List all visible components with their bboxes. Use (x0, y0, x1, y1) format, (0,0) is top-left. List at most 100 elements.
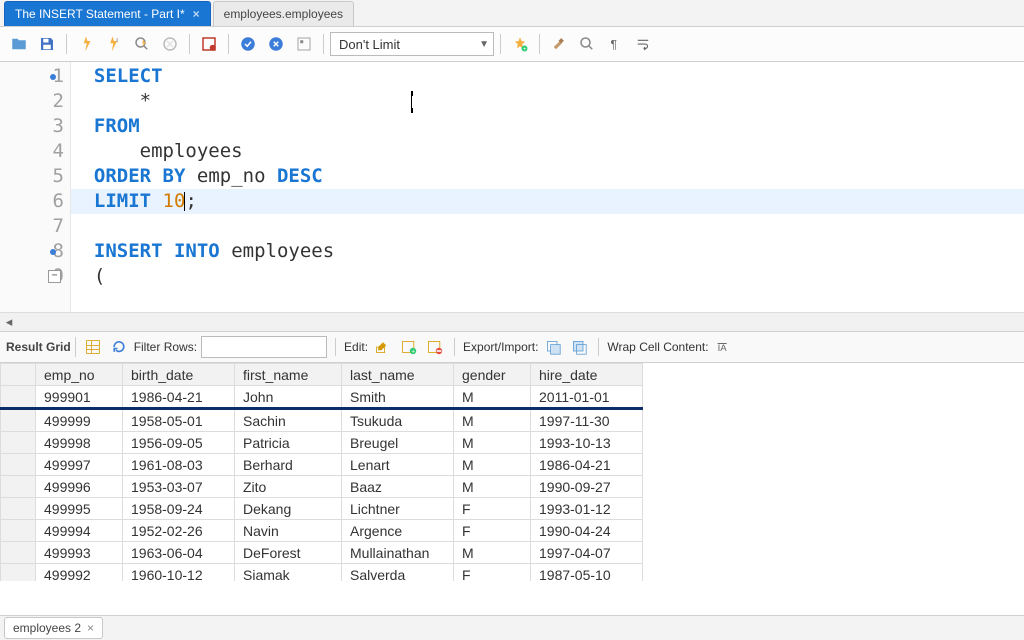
editor-tab[interactable]: employees.employees (213, 1, 354, 26)
find-button[interactable] (574, 31, 600, 57)
cell[interactable]: 1960-10-12 (123, 564, 235, 582)
cell[interactable]: Mullainathan (342, 542, 454, 564)
cell[interactable]: Smith (342, 386, 454, 409)
limit-rows-select[interactable]: Don't Limit ▼ (330, 32, 494, 56)
cell[interactable]: M (454, 386, 531, 409)
table-row[interactable]: 9999011986-04-21JohnSmithM2011-01-01 (1, 386, 643, 409)
cell[interactable]: Navin (235, 520, 342, 542)
cell[interactable]: 999901 (36, 386, 123, 409)
cell[interactable]: Lichtner (342, 498, 454, 520)
cell[interactable]: 499997 (36, 454, 123, 476)
cell[interactable]: Siamak (235, 564, 342, 582)
table-row[interactable]: 4999951958-09-24DekangLichtnerF1993-01-1… (1, 498, 643, 520)
cell[interactable]: 1993-10-13 (531, 432, 643, 454)
toggle-autocommit-button[interactable] (196, 31, 222, 57)
close-icon[interactable]: × (87, 621, 94, 635)
cell[interactable]: Argence (342, 520, 454, 542)
table-row[interactable]: 4999991958-05-01SachinTsukudaM1997-11-30 (1, 409, 643, 432)
table-row[interactable]: 4999981956-09-05PatriciaBreugelM1993-10-… (1, 432, 643, 454)
rollback-button[interactable] (263, 31, 289, 57)
cell[interactable]: M (454, 476, 531, 498)
cell[interactable]: 1997-11-30 (531, 409, 643, 432)
cell[interactable]: Berhard (235, 454, 342, 476)
cell[interactable]: Sachin (235, 409, 342, 432)
cell[interactable]: Zito (235, 476, 342, 498)
cell[interactable]: 499999 (36, 409, 123, 432)
cell[interactable]: 499994 (36, 520, 123, 542)
explain-button[interactable] (129, 31, 155, 57)
cell[interactable]: 499996 (36, 476, 123, 498)
delete-row-button[interactable] (424, 336, 446, 358)
column-header[interactable]: birth_date (123, 364, 235, 386)
cell[interactable]: 1958-05-01 (123, 409, 235, 432)
brush-button[interactable] (546, 31, 572, 57)
cell[interactable]: 499992 (36, 564, 123, 582)
cell[interactable]: 1963-06-04 (123, 542, 235, 564)
cell[interactable]: M (454, 454, 531, 476)
result-tab[interactable]: employees 2 × (4, 617, 103, 639)
cell[interactable]: F (454, 520, 531, 542)
column-header[interactable]: hire_date (531, 364, 643, 386)
column-header[interactable]: emp_no (36, 364, 123, 386)
table-row[interactable]: 4999961953-03-07ZitoBaazM1990-09-27 (1, 476, 643, 498)
column-header[interactable]: last_name (342, 364, 454, 386)
cell[interactable]: Lenart (342, 454, 454, 476)
cell[interactable]: 1993-01-12 (531, 498, 643, 520)
cell[interactable]: 499995 (36, 498, 123, 520)
editor-tab[interactable]: The INSERT Statement - Part I*× (4, 1, 211, 26)
cell[interactable]: DeForest (235, 542, 342, 564)
wrap-cell-button[interactable]: IA (713, 336, 735, 358)
cell[interactable]: 1986-04-21 (123, 386, 235, 409)
cell[interactable]: Dekang (235, 498, 342, 520)
cell[interactable]: Patricia (235, 432, 342, 454)
cell[interactable]: 1997-04-07 (531, 542, 643, 564)
close-icon[interactable]: × (193, 7, 200, 21)
cell[interactable]: Salverda (342, 564, 454, 582)
grid-view-button[interactable] (82, 336, 104, 358)
beautify-button[interactable]: + (507, 31, 533, 57)
cell[interactable]: Breugel (342, 432, 454, 454)
cell[interactable]: 1987-05-10 (531, 564, 643, 582)
table-row[interactable]: 4999971961-08-03BerhardLenartM1986-04-21 (1, 454, 643, 476)
execute-step-button[interactable]: I (101, 31, 127, 57)
edit-row-button[interactable] (372, 336, 394, 358)
cell[interactable]: 1958-09-24 (123, 498, 235, 520)
add-row-button[interactable]: + (398, 336, 420, 358)
toggle-invisible-button[interactable]: ¶ (602, 31, 628, 57)
open-file-button[interactable] (6, 31, 32, 57)
cell[interactable]: 1986-04-21 (531, 454, 643, 476)
cell[interactable]: 499998 (36, 432, 123, 454)
cell[interactable]: M (454, 409, 531, 432)
result-grid[interactable]: emp_nobirth_datefirst_namelast_namegende… (0, 363, 1024, 581)
scroll-left-icon[interactable]: ◂ (0, 314, 18, 330)
save-button[interactable] (34, 31, 60, 57)
toggle-limit-button[interactable] (291, 31, 317, 57)
cell[interactable]: M (454, 542, 531, 564)
cell[interactable]: 1956-09-05 (123, 432, 235, 454)
table-row[interactable]: 4999941952-02-26NavinArgenceF1990-04-24 (1, 520, 643, 542)
commit-button[interactable] (235, 31, 261, 57)
wrap-button[interactable] (630, 31, 656, 57)
cell[interactable]: 2011-01-01 (531, 386, 643, 409)
cell[interactable]: 1952-02-26 (123, 520, 235, 542)
cell[interactable]: Tsukuda (342, 409, 454, 432)
cell[interactable]: 1990-04-24 (531, 520, 643, 542)
column-header[interactable]: first_name (235, 364, 342, 386)
editor-scrollbar[interactable]: ◂ (0, 312, 1024, 331)
cell[interactable]: 1990-09-27 (531, 476, 643, 498)
cell[interactable]: 1961-08-03 (123, 454, 235, 476)
table-row[interactable]: 4999931963-06-04DeForestMullainathanM199… (1, 542, 643, 564)
cell[interactable]: John (235, 386, 342, 409)
stop-button[interactable] (157, 31, 183, 57)
execute-button[interactable] (73, 31, 99, 57)
column-header[interactable]: gender (454, 364, 531, 386)
cell[interactable]: F (454, 498, 531, 520)
sql-editor[interactable]: 123456789− SELECT * FROM employees ORDER… (0, 62, 1024, 312)
code-area[interactable]: SELECT * FROM employees ORDER BY emp_no … (71, 62, 1024, 312)
cell[interactable]: M (454, 432, 531, 454)
cell[interactable]: 499993 (36, 542, 123, 564)
refresh-button[interactable] (108, 336, 130, 358)
cell[interactable]: F (454, 564, 531, 582)
cell[interactable]: 1953-03-07 (123, 476, 235, 498)
export-button[interactable] (542, 336, 564, 358)
